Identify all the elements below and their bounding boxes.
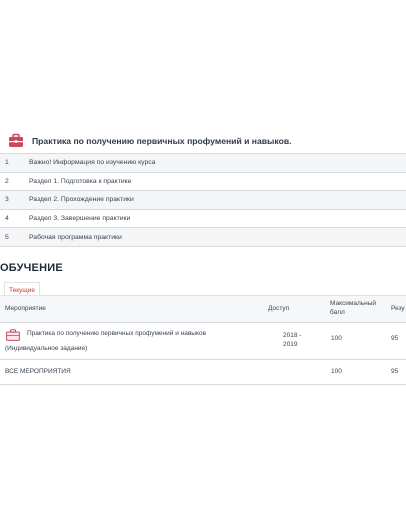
table-header: Мероприятие Доступ Максимальный балл Рез… — [0, 295, 406, 323]
event-result: 95 — [391, 335, 399, 342]
total-max-score: 100 — [331, 368, 342, 375]
module-link[interactable]: Раздел 2. Прохождение практики — [29, 196, 406, 203]
module-link[interactable]: Раздел 3. Завершение практики — [29, 215, 406, 222]
module-item[interactable]: 4 Раздел 3. Завершение практики — [0, 210, 406, 229]
column-header-max-line1: Максимальный — [330, 300, 377, 307]
briefcase-icon — [6, 329, 20, 341]
total-label: ВСЕ МЕРОПРИЯТИЯ — [5, 368, 71, 375]
event-access: 2018 - 2019 — [283, 331, 301, 349]
module-number: 4 — [5, 215, 9, 223]
event-name-link[interactable]: Практика по получению первичных профумен… — [27, 330, 206, 337]
briefcase-icon — [9, 133, 23, 147]
module-item[interactable]: 2 Раздел 1. Подготовка к практике — [0, 173, 406, 192]
module-number: 3 — [5, 196, 9, 204]
module-item[interactable]: 3 Раздел 2. Прохождение практики — [0, 191, 406, 210]
module-item[interactable]: 5 Рабочая программа практики — [0, 228, 406, 247]
column-header-access: Доступ — [268, 305, 290, 312]
column-header-event: Мероприятие — [5, 305, 46, 312]
total-row: ВСЕ МЕРОПРИЯТИЯ 100 95 — [0, 360, 406, 385]
module-list: 1 Важно! Информация по изучению курса 2 … — [0, 153, 406, 247]
access-start: 2018 - — [283, 332, 302, 339]
total-result: 95 — [391, 368, 399, 375]
event-type: (Индивидуальное задание) — [5, 345, 88, 352]
course-header: Практика по получению первичных профумен… — [4, 130, 406, 152]
event-max-score: 100 — [331, 335, 342, 342]
access-end: 2019 — [283, 341, 298, 348]
module-number: 5 — [5, 233, 9, 241]
module-link[interactable]: Рабочая программа практики — [29, 234, 406, 241]
table-row[interactable]: Практика по получению первичных профумен… — [0, 321, 406, 360]
module-item[interactable]: 1 Важно! Информация по изучению курса — [0, 154, 406, 173]
section-title: ОБУЧЕНИЕ — [0, 262, 63, 274]
module-number: 2 — [5, 177, 9, 185]
module-link[interactable]: Раздел 1. Подготовка к практике — [29, 178, 406, 185]
course-title[interactable]: Практика по получению первичных профумен… — [32, 136, 292, 146]
column-header-result: Резу — [391, 305, 405, 312]
column-header-max-line2: балл — [330, 309, 345, 316]
module-number: 1 — [5, 159, 9, 167]
module-link[interactable]: Важно! Информация по изучению курса — [29, 159, 406, 166]
